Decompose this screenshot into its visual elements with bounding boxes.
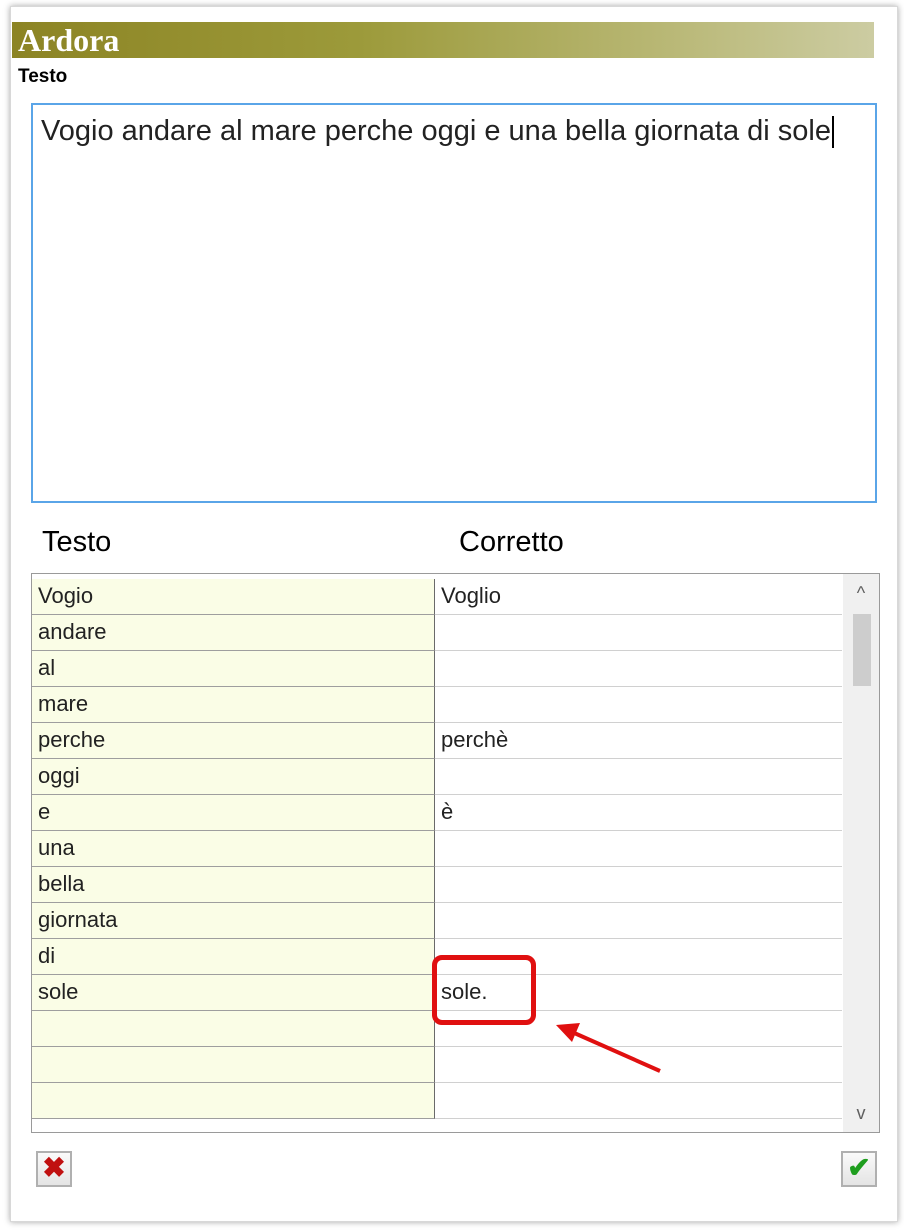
corrected-cell[interactable]: perchè [435,723,842,759]
corrected-cell[interactable] [435,687,842,723]
word-cell[interactable]: Vogio [32,579,435,615]
text-input-area[interactable]: Vogio andare al mare perche oggi e una b… [31,103,877,503]
table-row[interactable]: oggi [32,759,842,795]
word-cell[interactable]: oggi [32,759,435,795]
word-cell[interactable] [32,1047,435,1083]
vertical-scrollbar[interactable]: ^ v [843,574,879,1132]
corrected-cell[interactable] [435,867,842,903]
scroll-thumb[interactable] [853,614,871,686]
correction-grid[interactable]: sole sole. di giornata bella una e è oggi perche p… [31,573,880,1133]
table-row[interactable]: al [32,651,842,687]
word-cell[interactable]: sole [32,975,435,1011]
word-cell[interactable]: una [32,831,435,867]
table-row[interactable]: eè [32,795,842,831]
table-row[interactable]: bella [32,867,842,903]
highlight-box [432,955,536,1025]
table-row[interactable]: una [32,831,842,867]
table-row[interactable] [32,1083,842,1119]
corrected-cell[interactable] [435,759,842,795]
text-label: Testo [18,66,68,87]
word-cell[interactable]: giornata [32,903,435,939]
word-cell[interactable]: e [32,795,435,831]
word-cell[interactable]: di [32,939,435,975]
table-row[interactable]: mare [32,687,842,723]
cancel-button[interactable]: ✖ [36,1151,72,1187]
word-cell[interactable]: perche [32,723,435,759]
corrected-cell[interactable] [435,831,842,867]
corrected-cell[interactable]: Voglio [435,579,842,615]
red-x-icon: ✖ [42,1152,66,1183]
word-cell[interactable]: bella [32,867,435,903]
corrected-cell[interactable] [435,651,842,687]
corrected-cell[interactable] [435,1083,842,1119]
green-check-icon: ✔ [847,1152,871,1183]
text-cursor [832,116,834,149]
table-row[interactable]: giornata [32,903,842,939]
word-cell[interactable] [32,1083,435,1119]
column-header-corrected: Corretto [459,526,564,558]
word-cell[interactable]: mare [32,687,435,723]
table-row[interactable]: Vogio Voglio [32,579,842,615]
corrected-cell[interactable] [435,1047,842,1083]
scroll-down-icon[interactable]: v [843,1098,879,1128]
table-row[interactable]: perche perchè [32,723,842,759]
table-row[interactable] [32,1047,842,1083]
column-header-text: Testo [42,526,112,558]
scroll-up-icon[interactable]: ^ [843,578,879,608]
table-row[interactable]: andare [32,615,842,651]
corrected-cell[interactable] [435,615,842,651]
title-bar: Ardora [12,22,874,58]
app-title: Ardora [18,22,120,58]
word-cell[interactable]: al [32,651,435,687]
word-cell[interactable]: andare [32,615,435,651]
word-cell[interactable] [32,1011,435,1047]
confirm-button[interactable]: ✔ [841,1151,877,1187]
corrected-cell[interactable]: è [435,795,842,831]
corrected-cell[interactable] [435,903,842,939]
text-content: Vogio andare al mare perche oggi e una b… [41,115,831,147]
